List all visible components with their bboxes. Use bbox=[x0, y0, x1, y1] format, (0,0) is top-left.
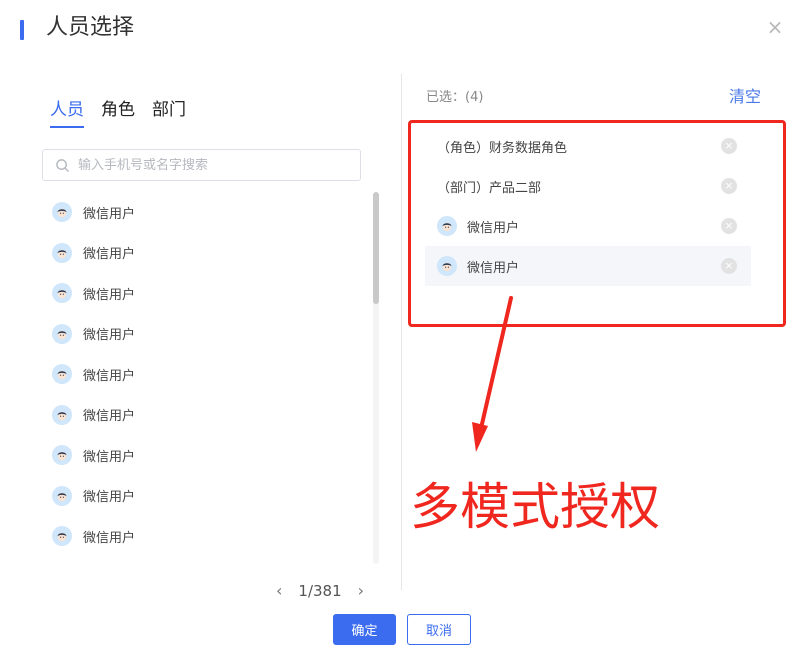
confirm-button[interactable]: 确定 bbox=[333, 614, 396, 645]
annotation-arrow bbox=[472, 296, 513, 452]
cancel-button[interactable]: 取消 bbox=[407, 614, 471, 645]
annotation-text: 多模式授权 bbox=[410, 478, 660, 536]
